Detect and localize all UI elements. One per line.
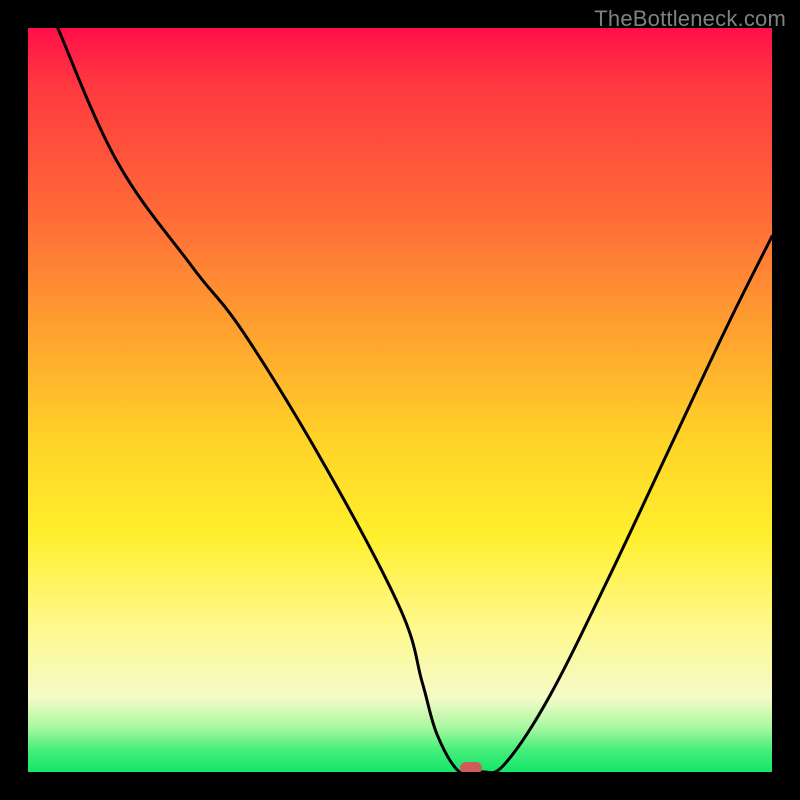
watermark-text: TheBottleneck.com	[594, 6, 786, 32]
curve-svg	[28, 28, 772, 772]
optimum-marker	[460, 762, 482, 772]
bottleneck-curve-path	[58, 28, 772, 772]
chart-frame: TheBottleneck.com	[0, 0, 800, 800]
plot-area	[28, 28, 772, 772]
